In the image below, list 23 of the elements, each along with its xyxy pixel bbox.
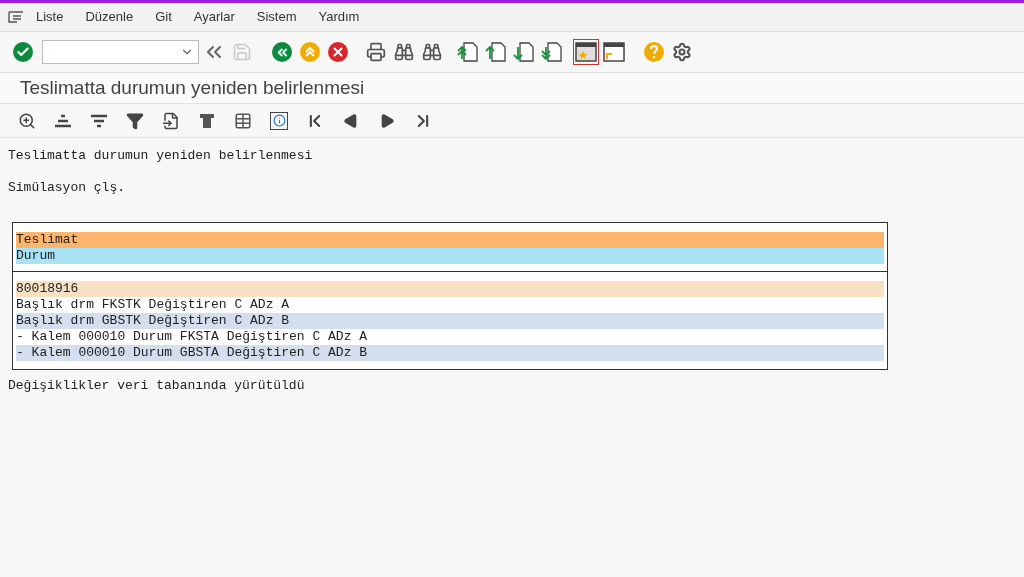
menu-item[interactable]: Düzenle: [85, 7, 134, 27]
menu-item[interactable]: Git: [155, 7, 172, 27]
window-star-icon[interactable]: [573, 39, 599, 65]
page-down-icon[interactable]: [539, 39, 565, 65]
page-up-icon[interactable]: [483, 39, 509, 65]
list-row: 80018916: [16, 281, 884, 297]
command-field[interactable]: [42, 40, 199, 64]
menu-item[interactable]: Liste: [36, 7, 64, 27]
window-arrow-icon[interactable]: [601, 39, 627, 65]
list-text: Teslimatta durumun yeniden belirlenmesi: [8, 148, 313, 164]
list-row: - Kalem 000010 Durum GBSTA Değiştiren C ADz B: [16, 345, 884, 361]
list-text: Değişiklikler veri tabanında yürütüldü: [8, 378, 305, 394]
header-row: Durum: [16, 248, 884, 264]
header-row: Teslimat: [16, 232, 884, 248]
page-down-icon[interactable]: [511, 39, 537, 65]
list-text: Simülasyon çlş.: [8, 180, 126, 196]
menu-item[interactable]: Ayarlar: [193, 7, 235, 27]
menu-item[interactable]: Sistem: [256, 7, 297, 27]
page-up-icon[interactable]: [455, 39, 481, 65]
screen-title: Teslimatta durumun yeniden belirlenmesi: [20, 75, 365, 100]
menu-item[interactable]: Yardım: [318, 7, 360, 27]
list-row: Başlık drm GBSTK Değiştiren C ADz B: [16, 313, 884, 329]
menu-icon[interactable]: [8, 10, 24, 24]
